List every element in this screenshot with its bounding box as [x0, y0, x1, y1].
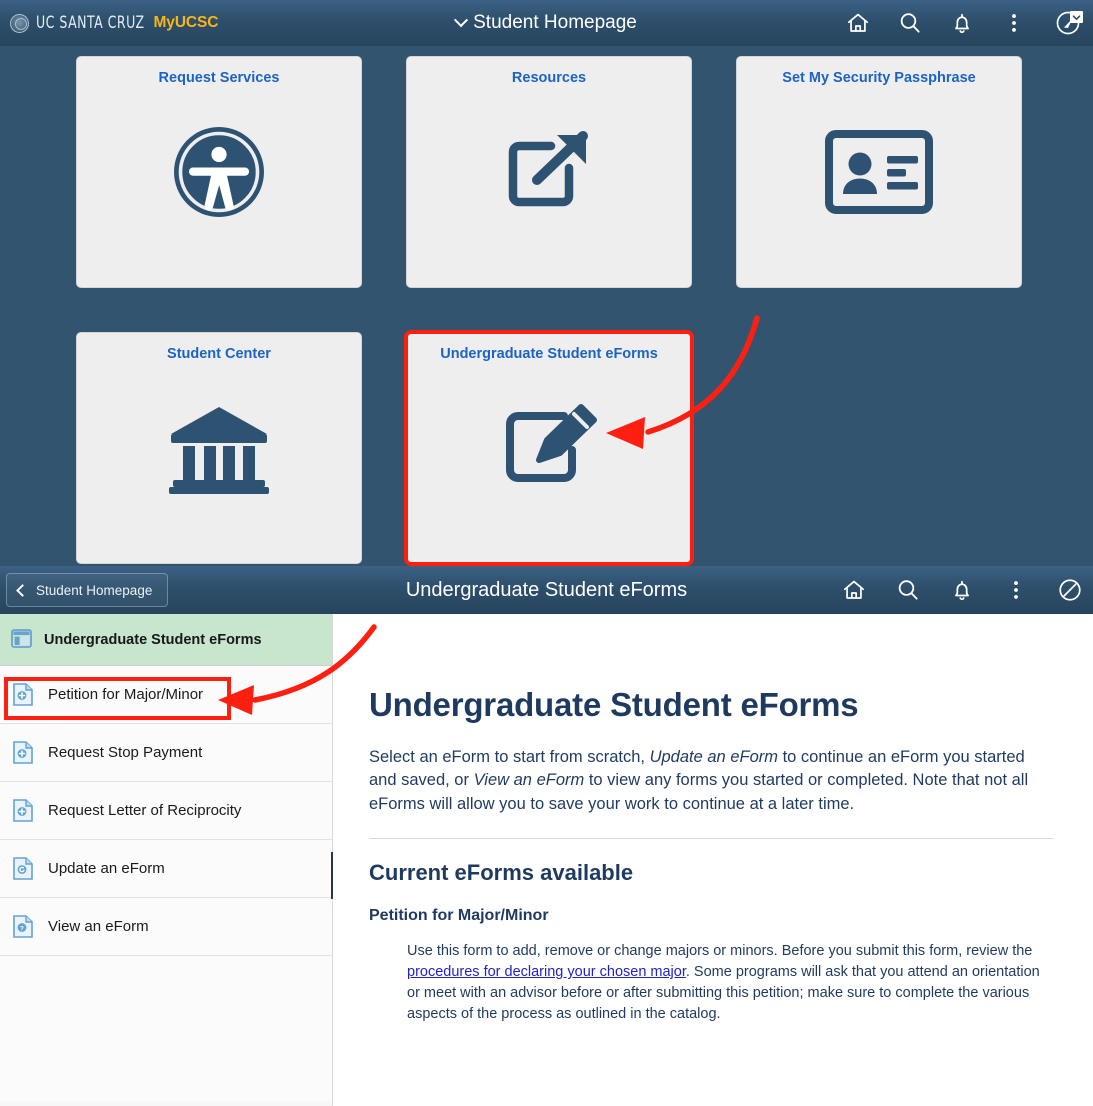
- kebab-menu-icon[interactable]: [1001, 10, 1027, 36]
- top-bar-icon-group: [845, 0, 1085, 46]
- back-to-student-homepage-button[interactable]: Student Homepage: [6, 573, 169, 607]
- tile-set-my-security-passphrase[interactable]: Set My Security Passphrase: [736, 56, 1022, 288]
- chevron-down-icon: [454, 13, 469, 28]
- tile-undergraduate-student-eforms[interactable]: Undergraduate Student eForms: [404, 330, 694, 566]
- document-add-icon: [13, 740, 35, 765]
- top-bar-title-text: Student Homepage: [473, 12, 637, 33]
- secondary-bar-icon-group: [841, 566, 1083, 614]
- external-link-icon: [407, 117, 691, 227]
- tile-title: Undergraduate Student eForms: [440, 346, 658, 362]
- document-refresh-icon: [13, 856, 35, 881]
- secondary-navigation-bar: Student Homepage Undergraduate Student e…: [0, 566, 1093, 614]
- tile-row-1: Request Services Resources Set My Securi…: [0, 56, 1093, 288]
- brand-myucsc-text: MyUCSC: [153, 14, 219, 31]
- tile-title: Resources: [511, 70, 587, 86]
- intro-text-1: Select an eForm to start from scratch,: [369, 748, 650, 766]
- content-divider: [369, 838, 1053, 840]
- sidebar-item-label: Update an eForm: [48, 860, 165, 877]
- section-heading-current-eforms: Current eForms available: [369, 860, 634, 886]
- home-icon[interactable]: [841, 577, 867, 603]
- tile-resources[interactable]: Resources: [406, 56, 692, 288]
- red-highlight-box-petition-item: [4, 677, 231, 720]
- sidebar-item-update-an-eform[interactable]: Update an eForm: [0, 840, 332, 898]
- accessibility-icon: [77, 117, 361, 227]
- sidebar-item-label: Request Stop Payment: [48, 744, 203, 761]
- intro-emphasis-view: View an eForm: [473, 771, 585, 790]
- id-card-icon: [737, 117, 1021, 227]
- tile-title: Student Center: [167, 346, 271, 362]
- tile-request-services[interactable]: Request Services: [76, 56, 362, 288]
- form-description: Use this form to add, remove or change m…: [407, 941, 1053, 1025]
- declaring-major-procedures-link[interactable]: procedures for declaring your chosen maj…: [407, 964, 686, 980]
- svg-text:?: ?: [20, 925, 24, 932]
- search-icon[interactable]: [897, 10, 923, 36]
- nav-bar-compass-icon[interactable]: [1053, 7, 1085, 39]
- sidebar-item-request-stop-payment[interactable]: Request Stop Payment: [0, 724, 332, 782]
- top-navigation-bar: UC SANTA CRUZ MyUCSC Student Homepage: [0, 0, 1093, 46]
- notifications-bell-icon[interactable]: [949, 10, 975, 36]
- tile-student-center[interactable]: Student Center: [76, 332, 362, 564]
- sidebar-item-request-letter-of-reciprocity[interactable]: Request Letter of Reciprocity: [0, 782, 332, 840]
- app-screen: UC SANTA CRUZ MyUCSC Student Homepage Re…: [0, 0, 1093, 1106]
- brand-uc-santa-cruz-text: UC SANTA CRUZ: [36, 13, 145, 33]
- tile-title: Request Services: [158, 70, 280, 86]
- tile-row-2: Student Center Undergraduate Student eFo…: [0, 330, 1093, 566]
- homepage-tile-grid: Request Services Resources Set My Securi…: [0, 46, 1093, 566]
- window-panel-icon: [11, 628, 33, 652]
- main-content: Undergraduate Student eForms Select an e…: [333, 614, 1093, 1106]
- document-add-icon: [13, 798, 35, 823]
- intro-emphasis-update: Update an eForm: [649, 748, 778, 766]
- edit-pencil-square-icon: [407, 393, 691, 503]
- intro-paragraph: Select an eForm to start from scratch, U…: [369, 746, 1037, 816]
- sidebar-header-undergraduate-student-eforms[interactable]: Undergraduate Student eForms: [0, 614, 332, 666]
- form-name-heading: Petition for Major/Minor: [369, 907, 549, 925]
- home-icon[interactable]: [845, 10, 871, 36]
- notifications-bell-icon[interactable]: [949, 577, 975, 603]
- sidebar-header-label: Undergraduate Student eForms: [44, 631, 262, 648]
- form-description-text-1: Use this form to add, remove or change m…: [407, 943, 1033, 960]
- bank-columns-icon: [77, 393, 361, 503]
- chevron-left-icon: [16, 583, 29, 597]
- uc-santa-cruz-seal-icon: [10, 13, 29, 33]
- brand-logo[interactable]: UC SANTA CRUZ MyUCSC: [0, 13, 218, 33]
- back-button-label: Student Homepage: [36, 582, 153, 598]
- sidebar-item-view-an-eform[interactable]: ? View an eForm: [0, 898, 332, 956]
- tile-title: Set My Security Passphrase: [782, 70, 976, 86]
- sidebar-item-label: View an eForm: [48, 918, 149, 935]
- search-icon[interactable]: [895, 577, 921, 603]
- page-title: Undergraduate Student eForms: [369, 686, 859, 723]
- sidebar-empty-space: [0, 956, 332, 1101]
- kebab-menu-icon[interactable]: [1003, 577, 1029, 603]
- sidebar-item-label: Request Letter of Reciprocity: [48, 802, 242, 819]
- document-question-icon: ?: [13, 914, 35, 939]
- nav-bar-slash-circle-icon[interactable]: [1057, 577, 1083, 603]
